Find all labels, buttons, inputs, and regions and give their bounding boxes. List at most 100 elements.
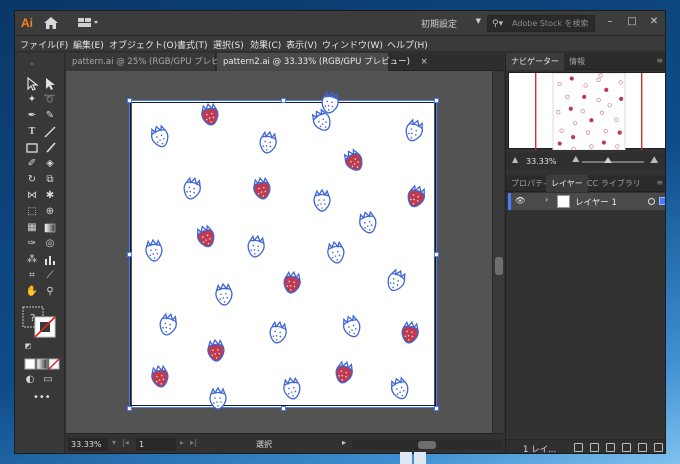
blend-tool-icon[interactable]: ◎ [43, 237, 57, 251]
toolbar-collapse-icon[interactable]: « [25, 57, 39, 71]
eraser-tool-icon[interactable]: ◈ [43, 157, 57, 171]
tab-pattern-ai[interactable]: pattern.ai @ 25% (RGB/GPU プレビュー) × [66, 53, 258, 71]
horizontal-scrollbar[interactable] [352, 440, 502, 450]
more-tools-icon[interactable]: ••• [33, 391, 51, 405]
handle-top-left[interactable] [127, 98, 132, 103]
large-mountain-icon[interactable]: ⛰ [650, 155, 658, 166]
scrollbar-thumb[interactable] [495, 257, 503, 275]
screen-mode-icon[interactable]: ▭ [41, 373, 55, 387]
handle-middle-left[interactable] [127, 252, 132, 257]
handle-bottom-right[interactable] [434, 406, 439, 411]
menu-help[interactable]: ヘルプ(H) [387, 38, 428, 51]
perspective-grid-tool-icon[interactable]: ▦ [25, 221, 39, 235]
line-tool-icon[interactable] [43, 125, 57, 139]
handle-bottom-middle[interactable] [281, 406, 286, 411]
new-layer-icon[interactable] [638, 443, 647, 452]
menu-file[interactable]: ファイル(F) [20, 38, 68, 51]
zoom-level-field[interactable]: 33.33% [68, 438, 108, 451]
clipping-mask-icon[interactable] [606, 443, 615, 452]
navigator-preview[interactable] [508, 72, 665, 152]
zoom-tool-icon[interactable]: ⚲ [43, 285, 57, 299]
handle-top-right[interactable] [434, 98, 439, 103]
handle-bottom-left[interactable] [127, 406, 132, 411]
selection-bounding-box[interactable] [129, 100, 437, 408]
layer-name[interactable]: レイヤー 1 [575, 196, 617, 208]
pen-tool-icon[interactable]: ✒ [25, 109, 39, 123]
scale-tool-icon[interactable]: ⧉ [43, 173, 57, 187]
eyedropper-tool-icon[interactable]: ✑ [25, 237, 39, 251]
minimize-button[interactable]: – [603, 15, 617, 29]
arrange-documents-icon[interactable] [77, 17, 101, 29]
maximize-button[interactable]: □ [625, 15, 639, 29]
close-icon[interactable]: × [421, 57, 428, 67]
default-colors-icon[interactable]: ◩ [21, 339, 35, 353]
navigator-zoom-field[interactable]: 33.33% [524, 156, 562, 168]
zoom-value: 33.33% [71, 440, 102, 449]
zoom-dropdown-icon[interactable]: ▾ [112, 438, 116, 447]
menu-select[interactable]: 選択(S) [213, 38, 244, 51]
tab-navigator[interactable]: ナビゲーター [506, 53, 564, 70]
panel-menu-icon[interactable]: ≡ [656, 178, 663, 187]
next-artboard-icon[interactable]: ▸ [180, 438, 184, 447]
workspace-switcher[interactable]: 初期設定 ▼ [421, 17, 481, 31]
export-icon[interactable] [574, 443, 583, 452]
selection-tool-icon[interactable] [25, 76, 39, 91]
rotate-tool-icon[interactable]: ↻ [25, 173, 39, 187]
first-artboard-icon[interactable]: |◂ [122, 438, 129, 447]
tab-cc-libraries[interactable]: CC ライブラリ [582, 175, 646, 192]
zoom-out-icon[interactable]: ▲ [512, 155, 518, 164]
paintbrush-tool-icon[interactable] [43, 141, 57, 155]
shaper-tool-icon[interactable]: ✐ [25, 157, 39, 171]
menu-view[interactable]: 表示(V) [286, 38, 317, 51]
symbol-sprayer-tool-icon[interactable]: ⁂ [25, 253, 39, 267]
layer-row[interactable]: 👁 › レイヤー 1 [508, 193, 665, 210]
zoom-slider-track[interactable] [582, 161, 644, 163]
fill-stroke-swatches[interactable]: ? [21, 305, 57, 339]
direct-selection-tool-icon[interactable] [43, 77, 57, 91]
zoom-slider-thumb[interactable] [604, 157, 612, 163]
magic-wand-tool-icon[interactable]: ✦ [25, 93, 39, 107]
menu-edit[interactable]: 編集(E) [73, 38, 104, 51]
none-mode-icon[interactable] [47, 357, 61, 371]
hand-tool-icon[interactable]: ✋ [25, 285, 39, 299]
last-artboard-icon[interactable]: ▸| [190, 438, 197, 447]
free-transform-tool-icon[interactable]: ⬚ [25, 205, 39, 219]
menu-effect[interactable]: 効果(C) [250, 38, 281, 51]
type-tool-icon[interactable]: T [25, 125, 39, 139]
artboard-tool-icon[interactable]: ⌗ [25, 269, 39, 283]
tab-info[interactable]: 情報 [564, 53, 590, 70]
slice-tool-icon[interactable]: ⟋ [43, 269, 57, 283]
new-sublayer-icon[interactable] [622, 443, 631, 452]
target-icon[interactable] [648, 198, 655, 205]
expand-arrow-icon[interactable]: › [545, 195, 548, 204]
locate-object-icon[interactable] [590, 443, 599, 452]
panel-menu-icon[interactable]: ≡ [656, 56, 663, 65]
selection-indicator[interactable] [659, 197, 665, 205]
status-menu-icon[interactable]: ▸ [342, 438, 346, 447]
handle-top-middle[interactable] [281, 98, 286, 103]
vertical-scrollbar[interactable] [492, 71, 504, 433]
puppet-warp-tool-icon[interactable]: ✱ [43, 189, 57, 203]
tab-pattern2-ai[interactable]: pattern2.ai @ 33.33% (RGB/GPU プレビュー) × [217, 53, 428, 71]
column-graph-tool-icon[interactable] [43, 253, 57, 267]
menu-type[interactable]: 書式(T) [177, 38, 208, 51]
small-mountain-icon[interactable]: ⛰ [572, 155, 580, 165]
menu-window[interactable]: ウィンドウ(W) [322, 38, 383, 51]
close-window-button[interactable]: ✕ [647, 15, 661, 29]
curvature-tool-icon[interactable]: ✎ [43, 109, 57, 123]
adobe-stock-search[interactable]: ⚲▾ Adobe Stock を検索 [487, 15, 595, 32]
draw-mode-icon[interactable]: ◐ [23, 373, 37, 387]
scrollbar-thumb[interactable] [418, 441, 436, 449]
handle-middle-right[interactable] [434, 252, 439, 257]
rectangle-tool-icon[interactable] [25, 141, 39, 155]
visibility-eye-icon[interactable]: 👁 [515, 196, 525, 205]
width-tool-icon[interactable]: ⋈ [25, 189, 39, 203]
canvas[interactable] [66, 71, 492, 433]
gradient-tool-icon[interactable] [43, 221, 57, 235]
delete-layer-icon[interactable] [654, 443, 663, 452]
artboard-number-field[interactable]: 1 [136, 438, 176, 451]
lasso-tool-icon[interactable]: ➰ [43, 93, 57, 107]
shape-builder-tool-icon[interactable]: ⊕ [43, 205, 57, 219]
home-icon[interactable] [43, 16, 59, 30]
menu-object[interactable]: オブジェクト(O) [109, 38, 177, 51]
